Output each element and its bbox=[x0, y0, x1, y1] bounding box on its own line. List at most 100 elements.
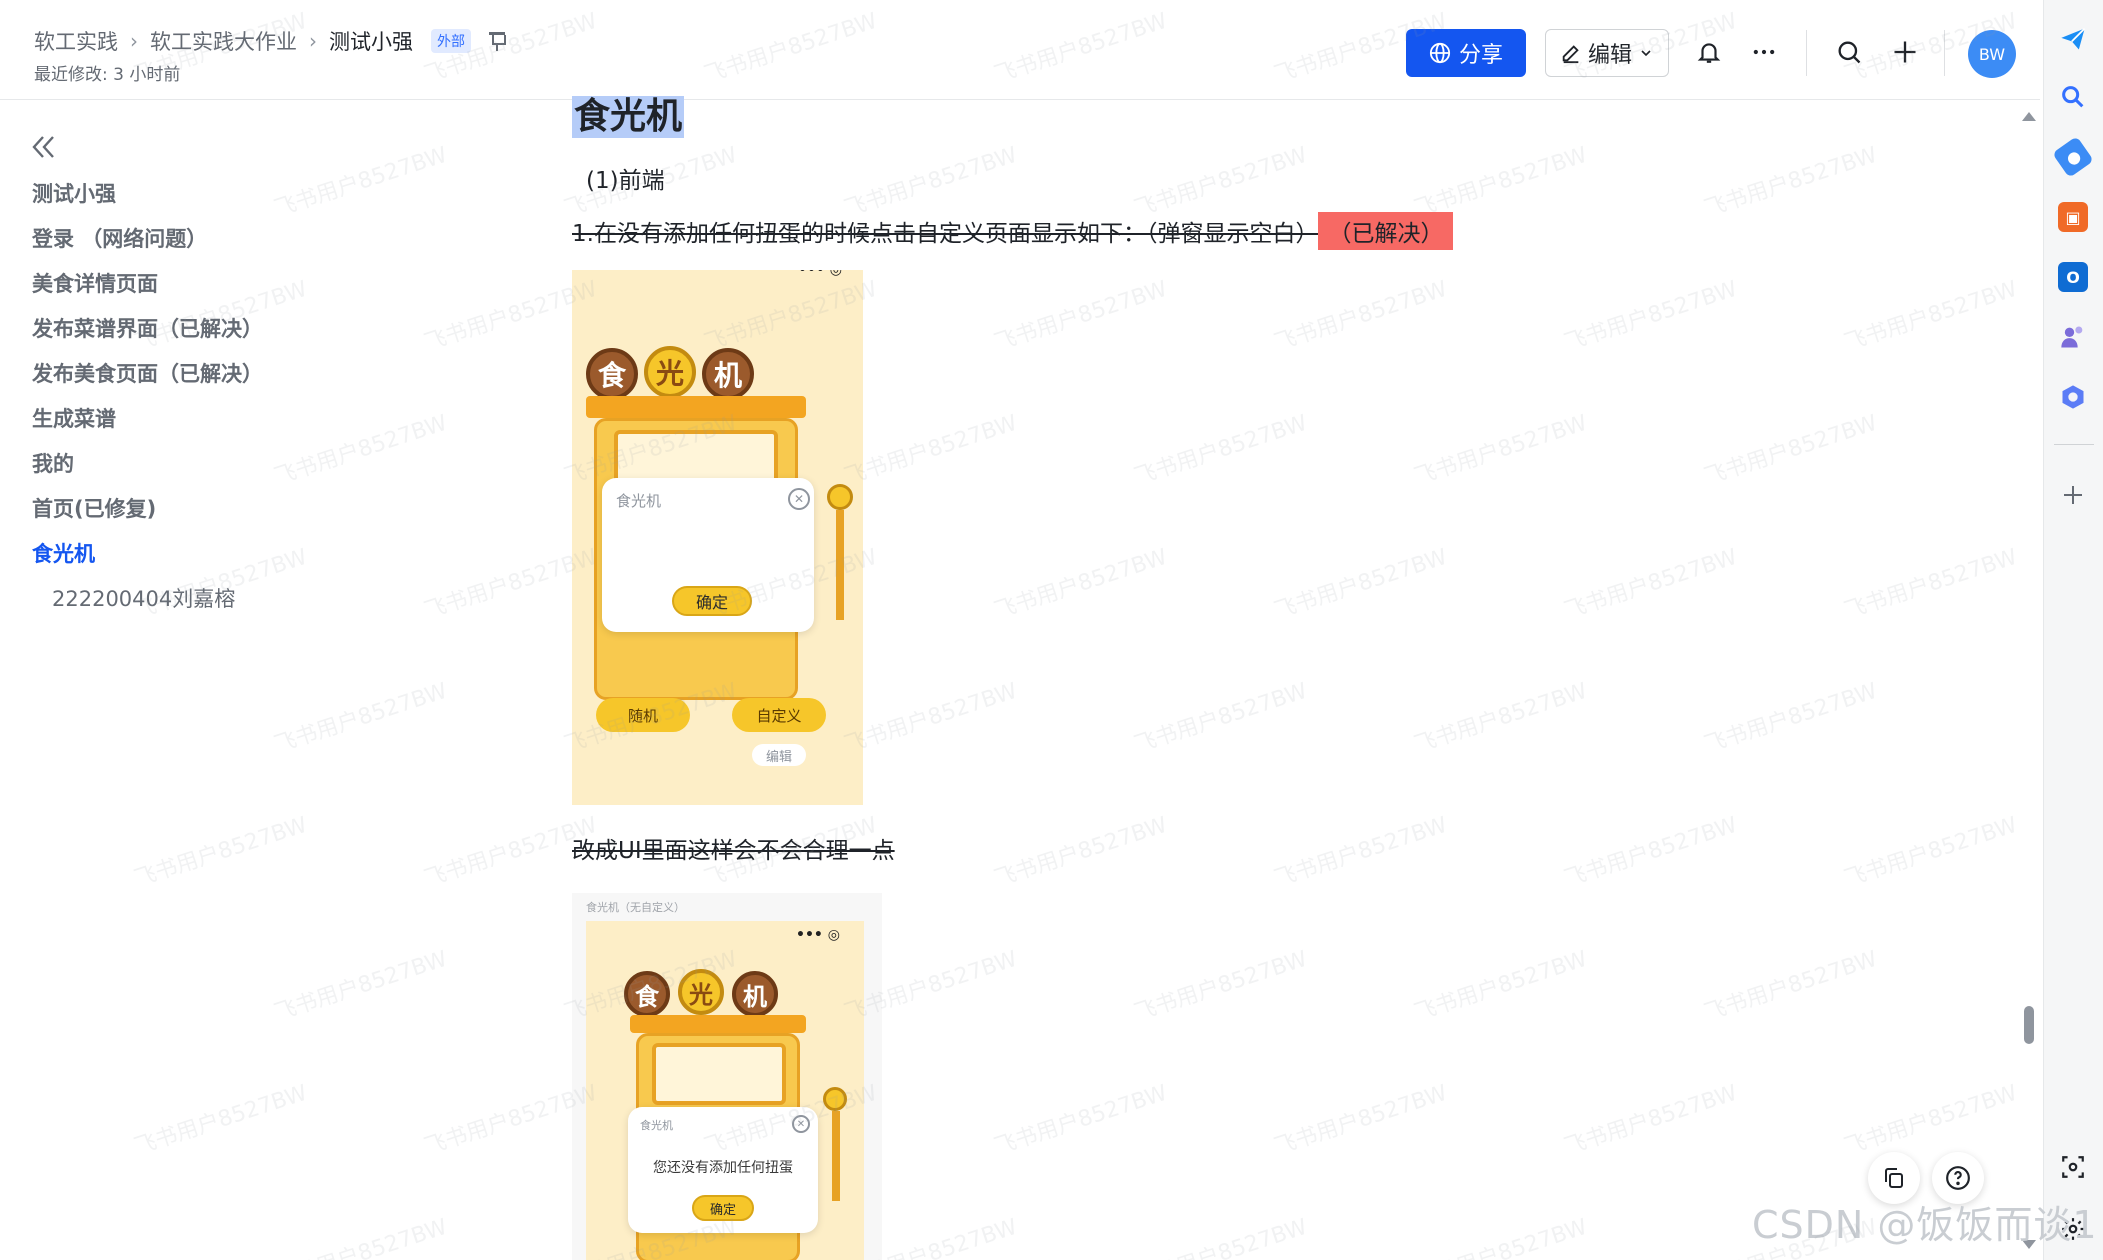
breadcrumb-item-project[interactable]: 软工实践大作业 bbox=[150, 26, 297, 56]
dialog-title: 食光机 bbox=[616, 492, 662, 510]
watermark-text: 飞书用户8527BW bbox=[1841, 544, 2021, 625]
outline-item[interactable]: 食光机 bbox=[32, 532, 432, 577]
edit-mode-button[interactable]: 编辑 bbox=[1545, 29, 1669, 77]
edit-label: 编辑 bbox=[1587, 43, 1632, 68]
outline-item[interactable]: 发布菜谱界面（已解决） bbox=[32, 307, 432, 352]
plus-icon[interactable] bbox=[1889, 36, 1921, 68]
outline-item[interactable]: 发布美食页面（已解决） bbox=[32, 352, 432, 397]
section-heading[interactable]: 食光机 bbox=[572, 96, 685, 138]
watermark-text: 飞书用户8527BW bbox=[131, 1080, 311, 1161]
random-button[interactable]: 随机 bbox=[596, 698, 690, 732]
screenshot-caption: 食光机（无自定义） bbox=[586, 901, 685, 914]
watermark-text: 飞书用户8527BW bbox=[1701, 142, 1881, 223]
watermark-text: 飞书用户8527BW bbox=[1561, 1080, 1741, 1161]
watermark-text: 飞书用户8527BW bbox=[991, 1080, 1171, 1161]
ok-button[interactable]: 确定 bbox=[672, 586, 752, 616]
watermark-text: 飞书用户8527BW bbox=[271, 1214, 451, 1260]
outline-sub-item[interactable]: 222200404刘嘉榕 bbox=[32, 577, 432, 622]
machine-lever bbox=[836, 510, 844, 620]
outline-item[interactable]: 登录 （网络问题） bbox=[32, 217, 432, 262]
capsule-menu-icon: ••• ◎ bbox=[796, 927, 840, 943]
ok-button[interactable]: 确定 bbox=[692, 1195, 754, 1221]
watermark-text: 飞书用户8527BW bbox=[1561, 276, 1741, 357]
chevron-right-icon: › bbox=[309, 29, 317, 53]
watermark-text: 飞书用户8527BW bbox=[1271, 1080, 1451, 1161]
pencil-icon bbox=[1562, 45, 1579, 64]
outline-item[interactable]: 我的 bbox=[32, 442, 432, 487]
machine-window bbox=[652, 1043, 786, 1105]
globe-icon bbox=[1429, 42, 1451, 64]
watermark-text: 飞书用户8527BW bbox=[1561, 544, 1741, 625]
watermark-text: 飞书用户8527BW bbox=[991, 544, 1171, 625]
edit-pill[interactable]: 编辑 bbox=[752, 744, 806, 766]
copilot-icon[interactable] bbox=[2058, 382, 2088, 412]
close-icon[interactable]: ✕ bbox=[788, 488, 810, 510]
resolved-tag: （已解决） bbox=[1318, 212, 1454, 250]
watermark-text: 飞书用户8527BW bbox=[1131, 678, 1311, 759]
search-icon[interactable] bbox=[2058, 82, 2088, 112]
watermark-text: 飞书用户8527BW bbox=[1271, 812, 1451, 893]
help-icon bbox=[1946, 1166, 1970, 1190]
embedded-screenshot-2[interactable]: 食光机（无自定义） ••• ◎ 食 光 机 食光机 ✕ 您还没有添加任何扭蛋 确… bbox=[572, 893, 882, 1260]
machine-lever bbox=[832, 1111, 840, 1201]
more-icon[interactable] bbox=[1748, 36, 1780, 68]
header-divider bbox=[1806, 30, 1807, 76]
tag-icon[interactable]: ● bbox=[2052, 136, 2094, 178]
copy-doc-icon bbox=[1885, 1168, 1903, 1188]
logo-coin: 机 bbox=[702, 348, 754, 400]
external-badge: 外部 bbox=[431, 29, 471, 53]
watermark-text: 飞书用户8527BW bbox=[1841, 276, 2021, 357]
pin-icon[interactable] bbox=[487, 30, 507, 52]
watermark-text: 飞书用户8527BW bbox=[271, 678, 451, 759]
rail-divider bbox=[2054, 444, 2094, 445]
issue-paragraph[interactable]: 1.在没有添加任何扭蛋的时候点击自定义页面显示如下：（弹窗显示空白） （已解决） bbox=[572, 212, 1454, 250]
collapse-outline-icon[interactable] bbox=[30, 134, 58, 160]
watermark-text: 飞书用户8527BW bbox=[1131, 410, 1311, 491]
embedded-screenshot-1[interactable]: ••• ◎ 食 光 机 食光机 ✕ 确定 随机 自定义 编辑 bbox=[572, 270, 863, 805]
csdn-watermark: CSDN @饭饭而谈1 bbox=[1752, 1203, 2098, 1247]
phone-frame: ••• ◎ 食 光 机 食光机 ✕ 您还没有添加任何扭蛋 确定 bbox=[586, 921, 864, 1260]
suggestion-paragraph[interactable]: 改成UI里面这样会不会合理一点 bbox=[572, 831, 895, 865]
search-icon[interactable] bbox=[1833, 36, 1865, 68]
bell-icon[interactable] bbox=[1693, 36, 1725, 68]
capsule-menu-icon: ••• ◎ bbox=[798, 270, 842, 278]
scrollbar-thumb[interactable] bbox=[2024, 1006, 2034, 1044]
plus-icon[interactable] bbox=[2058, 480, 2088, 510]
empty-dialog: 食光机 ✕ 您还没有添加任何扭蛋 确定 bbox=[628, 1107, 818, 1233]
watermark-text: 飞书用户8527BW bbox=[1701, 410, 1881, 491]
screenshot-icon[interactable] bbox=[2058, 1152, 2088, 1182]
outline-item[interactable]: 测试小强 bbox=[32, 172, 432, 217]
people-icon[interactable] bbox=[2058, 322, 2088, 352]
breadcrumb-item-current[interactable]: 测试小强 bbox=[329, 26, 413, 56]
close-icon[interactable]: ✕ bbox=[792, 1115, 810, 1133]
outlook-icon[interactable]: O bbox=[2058, 262, 2088, 292]
subheading[interactable]: (1)前端 bbox=[586, 161, 665, 195]
outline-item[interactable]: 首页(已修复) bbox=[32, 487, 432, 532]
custom-button[interactable]: 自定义 bbox=[732, 698, 826, 732]
watermark-text: 飞书用户8527BW bbox=[131, 812, 311, 893]
watermark-text: 飞书用户8527BW bbox=[1131, 142, 1311, 223]
watermark-text: 飞书用户8527BW bbox=[1841, 1080, 2021, 1161]
watermark-text: 飞书用户8527BW bbox=[1271, 276, 1451, 357]
logo-coin: 机 bbox=[732, 971, 778, 1017]
logo-coin: 食 bbox=[624, 971, 670, 1017]
right-app-rail: ● ▣ O bbox=[2043, 0, 2103, 1260]
chevron-down-icon bbox=[1641, 50, 1651, 57]
logo-coin: 光 bbox=[678, 969, 724, 1015]
breadcrumb-item-root[interactable]: 软工实践 bbox=[34, 26, 118, 56]
scroll-up-arrow[interactable] bbox=[2022, 112, 2036, 121]
breadcrumb: 软工实践 › 软工实践大作业 › 测试小强 外部 bbox=[34, 26, 507, 56]
last-modified: 最近修改: 3 小时前 bbox=[34, 65, 181, 85]
watermark-text: 飞书用户8527BW bbox=[1131, 946, 1311, 1027]
avatar[interactable]: BW bbox=[1968, 30, 2016, 78]
outline-item[interactable]: 生成菜谱 bbox=[32, 397, 432, 442]
watermark-text: 飞书用户8527BW bbox=[841, 142, 1021, 223]
watermark-text: 飞书用户8527BW bbox=[1411, 1214, 1591, 1260]
send-icon[interactable] bbox=[2058, 24, 2088, 54]
share-button[interactable]: 分享 bbox=[1406, 29, 1526, 77]
watermark-text: 飞书用户8527BW bbox=[1411, 410, 1591, 491]
outline-item[interactable]: 美食详情页面 bbox=[32, 262, 432, 307]
dialog-message: 您还没有添加任何扭蛋 bbox=[653, 1160, 793, 1176]
toolbox-icon[interactable]: ▣ bbox=[2058, 202, 2088, 232]
watermark-text: 飞书用户8527BW bbox=[1411, 142, 1591, 223]
